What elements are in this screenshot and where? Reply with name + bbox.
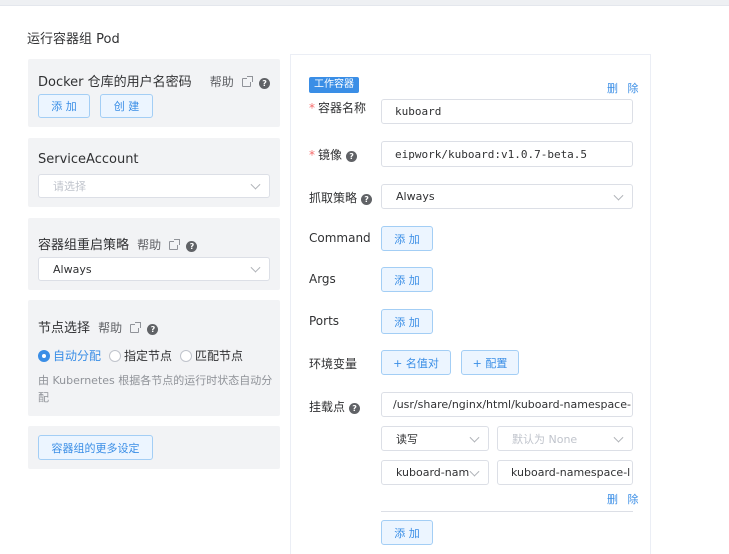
node-selection-description: 由 Kubernetes 根据各节点的运行时状态自动分配 (38, 374, 273, 404)
more-settings-button[interactable]: 容器组的更多设定 (38, 435, 153, 460)
pull-policy-value: Always (396, 190, 435, 203)
service-account-placeholder: 请选择 (53, 180, 86, 193)
radio-dot-checked (38, 349, 50, 362)
question-icon[interactable]: ? (186, 241, 198, 252)
restart-policy-title: 容器组重启策略 (38, 238, 130, 253)
command-add-button[interactable]: 添 加 (381, 226, 433, 251)
mount-mode-select[interactable]: 读写 (381, 426, 489, 451)
container-delete-link[interactable]: 删 除 (607, 80, 642, 96)
chevron-down-icon (613, 432, 624, 443)
restart-policy-value: Always (53, 262, 92, 276)
chevron-down-icon (613, 190, 624, 201)
container-name-label-text: 容器名称 (318, 101, 367, 115)
command-label: Command (309, 231, 371, 245)
radio-dot (109, 349, 122, 362)
mount-delete-link[interactable]: 删 除 (607, 491, 642, 507)
question-icon[interactable]: ? (346, 151, 358, 162)
restart-policy-help-link[interactable]: 帮助 (137, 238, 161, 252)
question-icon[interactable]: ? (349, 403, 361, 414)
radio-specify-node[interactable]: 指定节点 (109, 347, 172, 364)
image-label: * 镜像? (309, 146, 358, 163)
pull-policy-label-text: 抓取策略 (309, 191, 358, 205)
docker-add-button[interactable]: 添 加 (38, 94, 90, 118)
mount-volume-select[interactable]: kuboard-nam (381, 460, 489, 485)
service-account-card: ServiceAccount 请选择 (28, 138, 280, 207)
radio-auto-assign[interactable]: 自动分配 (38, 347, 101, 364)
question-icon[interactable]: ? (147, 324, 159, 335)
restart-policy-select[interactable]: Always (38, 257, 270, 281)
mount-label: 挂载点? (309, 398, 361, 415)
container-name-value: kuboard (395, 105, 442, 118)
service-account-select[interactable]: 请选择 (38, 174, 270, 198)
question-icon[interactable]: ? (361, 194, 373, 205)
docker-credentials-title: Docker 仓库的用户名密码 (38, 75, 192, 90)
pull-policy-label: 抓取策略? (309, 189, 373, 206)
node-selection-title-row: 节点选择 帮助 ? (38, 317, 159, 336)
required-marker: * (309, 148, 315, 162)
mount-add-button[interactable]: 添 加 (381, 520, 433, 545)
image-label-text: 镜像 (318, 148, 343, 162)
args-add-button[interactable]: 添 加 (381, 267, 433, 292)
docker-help-link[interactable]: 帮助 (210, 75, 234, 89)
pull-policy-select[interactable]: Always (381, 184, 633, 209)
question-icon[interactable]: ? (259, 78, 271, 89)
env-label: 环境变量 (309, 357, 358, 371)
external-link-icon[interactable] (169, 239, 181, 250)
mount-propagation-select[interactable]: 默认为 None (497, 426, 633, 451)
top-bar (0, 0, 729, 6)
radio-match-node-label: 匹配节点 (195, 349, 244, 363)
env-add-name-value-button[interactable]: + 名值对 (381, 350, 451, 375)
external-link-icon[interactable] (130, 322, 142, 333)
node-selection-help-link[interactable]: 帮助 (98, 321, 122, 335)
radio-specify-node-label: 指定节点 (124, 349, 173, 363)
chevron-down-icon (250, 179, 261, 190)
node-selection-title: 节点选择 (38, 321, 91, 336)
container-name-label: * 容器名称 (309, 99, 366, 116)
work-container-tag: 工作容器 (309, 77, 359, 93)
mount-label-text: 挂载点 (309, 400, 346, 414)
image-value: eipwork/kuboard:v1.0.7-beta.5 (395, 147, 588, 161)
env-add-config-button[interactable]: + 配置 (461, 350, 519, 375)
mount-propagation-placeholder: 默认为 None (512, 432, 578, 446)
mount-mode-value: 读写 (396, 432, 418, 446)
mount-volume-value: kuboard-nam (396, 466, 470, 479)
mount-subpath-input[interactable]: kuboard-namespace-l (497, 460, 633, 485)
chevron-down-icon (250, 262, 261, 273)
docker-credentials-title-row: Docker 仓库的用户名密码 帮助 ? (38, 71, 271, 90)
docker-create-button[interactable]: 创 建 (100, 94, 153, 118)
service-account-title: ServiceAccount (38, 152, 139, 167)
container-name-input[interactable]: kuboard (381, 99, 633, 124)
radio-dot (180, 349, 193, 362)
more-settings-card: 容器组的更多设定 (28, 426, 280, 469)
node-selection-card: 节点选择 帮助 ? 自动分配 指定节点 匹配节点 由 Kubernetes 根据… (28, 300, 280, 416)
mount-subpath-value: kuboard-namespace-l (511, 466, 631, 479)
external-link-icon[interactable] (241, 76, 253, 87)
radio-match-node[interactable]: 匹配节点 (180, 347, 243, 364)
chevron-down-icon (469, 466, 480, 477)
mount-path-value: /usr/share/nginx/html/kuboard-namespace-… (393, 398, 633, 411)
chevron-down-icon (469, 432, 480, 443)
ports-label: Ports (309, 314, 340, 328)
container-panel: 工作容器 删 除 * 容器名称 kuboard * 镜像? eipwork/kubo… (290, 54, 651, 554)
mount-divider (381, 511, 633, 512)
mount-path-input[interactable]: /usr/share/nginx/html/kuboard-namespace-… (381, 392, 633, 417)
args-label: Args (309, 272, 336, 286)
restart-policy-title-row: 容器组重启策略 帮助 ? (38, 234, 198, 253)
restart-policy-card: 容器组重启策略 帮助 ? Always (28, 218, 280, 290)
required-marker: * (309, 101, 315, 115)
image-input[interactable]: eipwork/kuboard:v1.0.7-beta.5 (381, 141, 633, 167)
docker-credentials-card: Docker 仓库的用户名密码 帮助 ? 添 加 创 建 (28, 59, 280, 127)
section-title: 运行容器组 Pod (27, 32, 120, 47)
radio-auto-assign-label: 自动分配 (53, 349, 102, 363)
ports-add-button[interactable]: 添 加 (381, 309, 433, 334)
node-selection-radio-group: 自动分配 指定节点 匹配节点 (38, 347, 251, 364)
